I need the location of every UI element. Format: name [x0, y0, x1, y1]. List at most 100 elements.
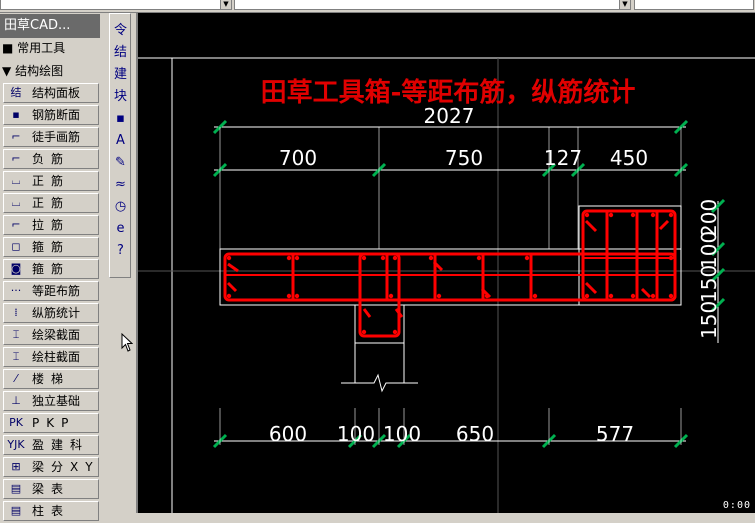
tool-label: 箍筋 — [32, 240, 71, 254]
tool-icon: ⌐ — [11, 152, 21, 165]
clock-icon[interactable]: ◷ — [112, 198, 129, 216]
mouse-cursor-icon — [121, 333, 133, 352]
tool-icon: ⌶ — [12, 350, 20, 363]
tool-equal-spacing-rebar[interactable]: ··· 等距布筋 — [3, 281, 99, 301]
panel-splitter[interactable] — [101, 13, 107, 513]
tool-draw-beam-section[interactable]: ⌶ 绘梁截面 — [3, 325, 99, 345]
expand-icon: ▼ — [2, 64, 12, 78]
tool-stair[interactable]: ⁄ 楼梯 — [3, 369, 99, 389]
tool-panel: 田草CAD... ■ 常用工具 ▼ 结构绘图 结结构面板 ▪ 钢筋断面 ⌐ 徒手画筋 ⌐ 负… — [0, 13, 100, 521]
tool-structure-panel[interactable]: 结结构面板 — [3, 83, 99, 103]
section-structural-drawing[interactable]: ▼ 结构绘图 — [0, 61, 100, 82]
rebar-hook — [658, 219, 670, 231]
tool-label: 钢筋断面 — [32, 108, 81, 122]
tool-icon: ⊞ — [11, 460, 21, 473]
rebar-bar — [584, 212, 590, 218]
tool-stirrup-1[interactable]: ◻ 箍筋 — [3, 237, 99, 257]
tool-freehand-rebar[interactable]: ⌐ 徒手画筋 — [3, 127, 99, 147]
dim-text-right: 200 — [697, 199, 721, 237]
tool-draw-column-section[interactable]: ⌶ 绘柱截面 — [3, 347, 99, 367]
tool-label: 箍筋 — [32, 262, 71, 276]
rebar-bar — [436, 293, 442, 299]
tool-icon: ⁞ — [14, 306, 18, 319]
tool-icon: ⌐ — [11, 218, 21, 231]
timer: 0:00 — [722, 500, 751, 511]
rebar-bar — [668, 212, 674, 218]
tool-negative-rebar[interactable]: ⌐ 负筋 — [3, 149, 99, 169]
section-common-tools[interactable]: ■ 常用工具 — [0, 38, 100, 59]
rebar-bar — [630, 212, 636, 218]
chevron-down-icon[interactable]: ▼ — [220, 0, 231, 9]
dim-text-top: 450 — [610, 146, 648, 170]
tool-pkp[interactable]: PK PKP — [3, 413, 99, 433]
tool-yjk[interactable]: YJK 盈建科 — [3, 435, 99, 455]
layer-combo[interactable]: ▼ — [0, 0, 232, 10]
rebar-bar — [380, 255, 386, 261]
tool-column-table[interactable]: ▤ 柱表 — [3, 501, 99, 521]
dim-text-top: 750 — [445, 146, 483, 170]
tool-label: 独立基础 — [32, 394, 81, 408]
architecture-icon[interactable]: 建 — [112, 66, 129, 84]
tool-label: 正筋 — [32, 174, 71, 188]
tool-label: 盈建科 — [32, 438, 90, 452]
tool-positive-rebar-2[interactable]: ⌴ 正筋 — [3, 193, 99, 213]
edit-icon[interactable]: ✎ — [112, 154, 129, 172]
hatch-icon[interactable]: ≈ — [112, 176, 129, 194]
tool-tie-rebar[interactable]: ⌐ 拉筋 — [3, 215, 99, 235]
rebar-bar — [668, 255, 674, 261]
structure-icon[interactable]: 结 — [112, 44, 129, 62]
browser-icon[interactable]: e — [112, 220, 129, 238]
point-icon[interactable]: ▪ — [112, 110, 129, 128]
icon-toolbar: 令结建块 ▪ A ✎ ≈ ◷ e? — [109, 13, 131, 278]
text-icon[interactable]: A — [112, 132, 129, 150]
rebar-bar — [428, 255, 434, 261]
rebar-bar — [286, 293, 292, 299]
chevron-down-icon[interactable]: ▼ — [619, 0, 630, 9]
command-icon[interactable]: 令 — [112, 22, 129, 40]
dim-text-bottom: 650 — [456, 422, 494, 446]
tool-rebar-section[interactable]: ▪ 钢筋断面 — [3, 105, 99, 125]
rebar-bar — [650, 293, 656, 299]
rebar-hook — [362, 308, 372, 318]
drawing-canvas[interactable]: 田草工具箱-等距布筋，纵筋统计 2027 700 750 127 450 600 100 10… — [136, 13, 755, 513]
tool-isolated-foundation[interactable]: ⊥ 独立基础 — [3, 391, 99, 411]
block-icon[interactable]: 块 — [112, 88, 129, 106]
dim-text-top: 700 — [279, 146, 317, 170]
dim-text-bottom: 100 — [383, 422, 421, 446]
rebar-bar — [392, 329, 398, 335]
rebar-bar — [630, 293, 636, 299]
section-label: 结构绘图 — [15, 64, 64, 78]
rebar-bar — [226, 255, 232, 261]
rebar-bar — [484, 293, 490, 299]
tool-positive-rebar-1[interactable]: ⌴ 正筋 — [3, 171, 99, 191]
tool-icon: ▪ — [12, 108, 20, 121]
style-combo[interactable]: ▼ — [234, 0, 631, 10]
dim-text-bottom: 577 — [596, 422, 634, 446]
tool-label: 梁表 — [32, 482, 71, 496]
help-icon[interactable]: ? — [112, 242, 129, 260]
rebar-bar — [392, 255, 398, 261]
rebar-bar — [650, 212, 656, 218]
tool-icon: 结 — [10, 86, 22, 99]
tool-icon: ⌶ — [12, 328, 20, 341]
rebar-bar — [361, 255, 367, 261]
tool-icon: YJK — [7, 438, 25, 451]
dim-text-bottom: 100 — [337, 422, 375, 446]
tool-icon: ⌐ — [11, 130, 21, 143]
panel-title: 田草CAD... — [0, 14, 100, 38]
linetype-combo[interactable] — [634, 0, 754, 10]
tool-longitudinal-rebar-stats[interactable]: ⁞ 纵筋统计 — [3, 303, 99, 323]
rebar-bar — [476, 255, 482, 261]
tool-label: 柱表 — [32, 504, 71, 518]
tool-label: 正筋 — [32, 196, 71, 210]
tool-label: 拉筋 — [32, 218, 71, 232]
tool-beam-table[interactable]: ▤ 梁表 — [3, 479, 99, 499]
tool-label: 绘柱截面 — [32, 350, 81, 364]
tool-label: 梁分XY — [32, 460, 99, 474]
rebar-bar — [388, 293, 394, 299]
rebar-bar — [532, 293, 538, 299]
tool-stirrup-2[interactable]: ◙ 箍筋 — [3, 259, 99, 279]
rebar-bar — [361, 329, 367, 335]
tool-icon: ▤ — [10, 504, 22, 517]
tool-beam-split-xy[interactable]: ⊞ 梁分XY — [3, 457, 99, 477]
